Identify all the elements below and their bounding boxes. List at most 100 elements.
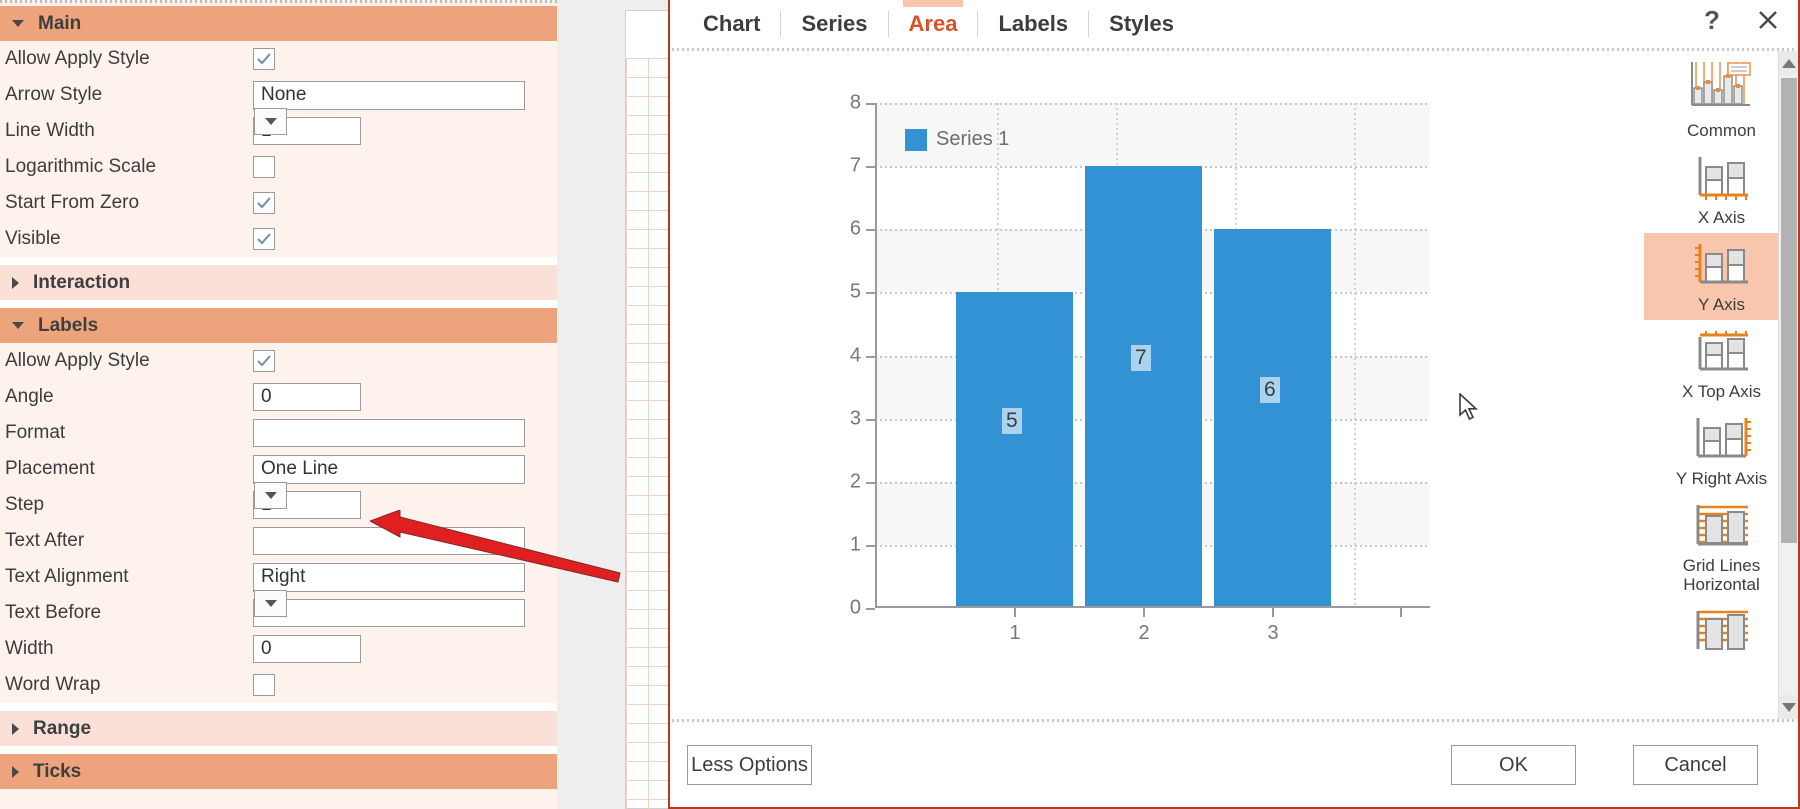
label-line-width: Line Width: [5, 120, 95, 141]
section-title-ticks: Ticks: [33, 760, 82, 782]
help-question-icon[interactable]: ?: [1698, 6, 1726, 34]
section-title-labels: Labels: [38, 314, 99, 336]
close-x-icon[interactable]: [1754, 6, 1782, 34]
gallery-label-x-top-axis: X Top Axis: [1681, 382, 1762, 402]
properties-panel: Main Allow Apply Style Arrow Style None …: [0, 0, 557, 809]
checkbox-logarithmic-scale[interactable]: [253, 156, 275, 178]
section-gap: [0, 746, 557, 754]
gallery-item-common[interactable]: Common: [1644, 51, 1798, 146]
less-options-button[interactable]: Less Options: [687, 745, 812, 785]
tab-series-label: Series: [801, 11, 868, 36]
row-start-from-zero: Start From Zero: [0, 185, 557, 221]
input-text-after[interactable]: [253, 527, 525, 555]
input-format[interactable]: [253, 419, 525, 447]
checkbox-allow-apply-style[interactable]: [253, 48, 275, 70]
chart-hgridline: [875, 103, 1430, 105]
row-visible: Visible: [0, 221, 557, 257]
tab-styles[interactable]: Styles: [1089, 0, 1194, 48]
scroll-up-arrow-icon[interactable]: [1779, 51, 1798, 75]
label-step: Step: [5, 494, 45, 515]
scrollbar-thumb[interactable]: [1781, 78, 1797, 543]
chart-grid-lines-horizontal-icon: [1696, 505, 1748, 546]
tab-chart-label: Chart: [703, 11, 761, 36]
x-tick: [1143, 608, 1145, 617]
combo-placement[interactable]: One Line: [253, 454, 525, 509]
x-tick-label-1: 1: [1009, 622, 1021, 644]
tab-labels[interactable]: Labels: [978, 0, 1088, 48]
gallery-label-common: Common: [1687, 121, 1756, 140]
gallery-item-grid-lines-horizontal[interactable]: Grid Lines Horizontal: [1644, 494, 1798, 600]
label-start-from-zero: Start From Zero: [5, 192, 140, 213]
chevron-down-icon[interactable]: [254, 589, 287, 617]
gallery-item-grid-lines-partial[interactable]: [1644, 600, 1798, 664]
y-axis-line: [875, 103, 877, 608]
panel-top-divider: [0, 0, 557, 3]
bar-label-3: 6: [1260, 377, 1280, 404]
input-width[interactable]: 0: [253, 635, 361, 663]
bar-category-1[interactable]: [956, 292, 1073, 608]
ok-button[interactable]: OK: [1451, 745, 1576, 785]
label-text-after: Text After: [5, 530, 85, 551]
input-angle[interactable]: 0: [253, 383, 361, 411]
gallery-item-y-right-axis[interactable]: Y Right Axis: [1644, 407, 1798, 494]
label-arrow-style: Arrow Style: [5, 84, 103, 105]
label-text-alignment: Text Alignment: [5, 566, 129, 587]
tab-series[interactable]: Series: [781, 0, 887, 48]
label-angle: Angle: [5, 386, 54, 407]
tab-area[interactable]: Area: [889, 0, 978, 48]
x-tick: [1014, 608, 1016, 617]
combo-text-alignment-value: Right: [261, 566, 306, 587]
chart-properties-dialog: Chart Series Area Labels Styles ? 5 7 6 …: [668, 0, 1800, 809]
checkbox-word-wrap[interactable]: [253, 674, 275, 696]
cancel-button[interactable]: Cancel: [1633, 745, 1758, 785]
chevron-down-icon: [12, 20, 24, 27]
dialog-window-controls: ?: [1698, 6, 1782, 34]
label-text-before: Text Before: [5, 602, 102, 623]
chart-grid-lines-icon: [1696, 610, 1748, 651]
y-tick: [866, 544, 875, 547]
checkbox-visible[interactable]: [253, 228, 275, 250]
x-axis-line: [875, 606, 1430, 608]
y-tick-label-0: 0: [849, 596, 861, 619]
y-tick-label-2: 2: [849, 470, 861, 493]
chart-y-right-axis-icon: [1696, 418, 1751, 458]
checkbox-labels-allow-apply-style[interactable]: [253, 350, 275, 372]
scroll-down-arrow-icon[interactable]: [1779, 695, 1798, 719]
combo-text-alignment[interactable]: Right: [253, 562, 525, 617]
section-header-ticks[interactable]: Ticks: [0, 754, 557, 789]
gallery-item-x-top-axis[interactable]: X Top Axis: [1644, 320, 1798, 407]
chevron-down-icon: [12, 322, 24, 329]
chevron-down-icon[interactable]: [254, 481, 287, 509]
bar-category-2[interactable]: [1085, 166, 1202, 608]
section-header-labels[interactable]: Labels: [0, 308, 557, 343]
label-width: Width: [5, 638, 54, 659]
combo-arrow-style-value: None: [261, 84, 307, 105]
combo-arrow-style[interactable]: None: [253, 80, 525, 135]
label-placement: Placement: [5, 458, 95, 479]
gallery-item-y-axis[interactable]: Y Axis: [1644, 233, 1798, 321]
y-tick: [866, 355, 875, 358]
legend-swatch-series-1: [905, 128, 927, 151]
chevron-down-icon[interactable]: [254, 107, 287, 135]
x-tick-label-3: 3: [1267, 622, 1279, 644]
checkbox-start-from-zero[interactable]: [253, 192, 275, 214]
row-format: Format: [0, 415, 557, 451]
section-header-main[interactable]: Main: [0, 6, 557, 41]
bar-category-3[interactable]: [1214, 229, 1331, 608]
mouse-cursor: [1459, 392, 1481, 429]
chart-preview-pane[interactable]: 5 7 6 0 1 2 3 4 5 6 7 8 1 2 3 Series 1: [670, 51, 1643, 719]
legend-label-series-1: Series 1: [936, 128, 1010, 150]
section-header-range[interactable]: Range: [0, 711, 557, 746]
row-text-after: Text After: [0, 523, 557, 559]
section-header-interaction[interactable]: Interaction: [0, 265, 557, 300]
input-text-before[interactable]: [253, 599, 525, 627]
label-word-wrap: Word Wrap: [5, 674, 101, 695]
gallery-scrollbar[interactable]: [1778, 51, 1798, 719]
tab-chart[interactable]: Chart: [683, 0, 780, 48]
tab-styles-label: Styles: [1109, 11, 1174, 36]
y-tick-label-3: 3: [849, 407, 861, 430]
combo-placement-value: One Line: [261, 458, 339, 479]
chart-element-gallery[interactable]: Common X Axis Y Axis X Top Axis Y Right …: [1643, 51, 1798, 719]
gallery-item-x-axis[interactable]: X Axis: [1644, 146, 1798, 233]
section-gap: [0, 257, 557, 265]
